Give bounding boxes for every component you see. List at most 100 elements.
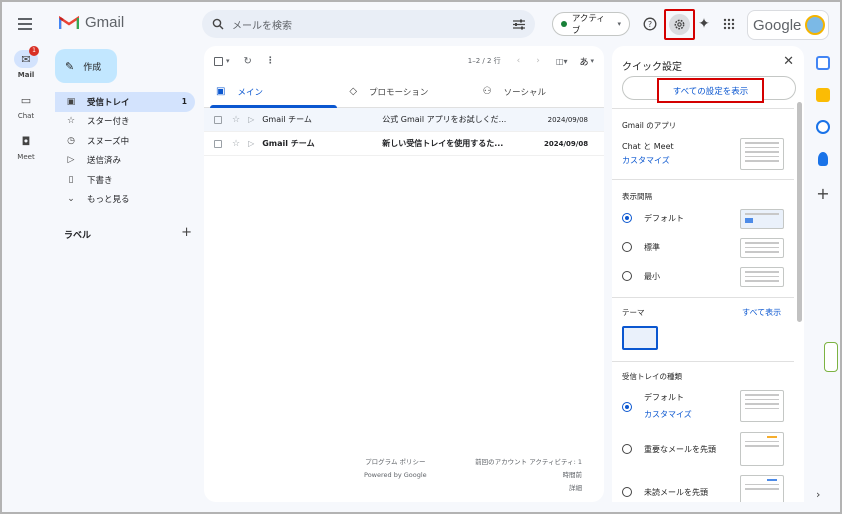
side-extension-icon[interactable] <box>824 342 838 372</box>
chat-icon: ▭ <box>20 93 32 107</box>
mail-list-panel: ▾ ↻ ⋮ 1–2 / 2 行 ‹ › ◫▾ あ ▾ ▣ メイン ◇ プロモーシ… <box>204 46 604 502</box>
video-icon: ◘ <box>21 134 31 148</box>
density-option-label: デフォルト <box>644 214 684 223</box>
add-label-icon[interactable]: + <box>181 226 192 241</box>
tab-label: プロモーション <box>369 87 429 98</box>
footer-left: プログラム ポリシー Powered by Google <box>364 456 427 482</box>
tasks-icon[interactable] <box>816 120 830 134</box>
table-row[interactable]: ☆ ▷ Gmail チーム 公式 Gmail アプリをお試しくだ... 2024… <box>204 108 604 132</box>
google-account-button[interactable]: Google <box>747 10 829 40</box>
inbox-type-default-radio[interactable] <box>622 402 632 412</box>
divider <box>612 179 794 180</box>
page-info: 1–2 / 2 行 <box>467 57 501 65</box>
sidebar-item-more[interactable]: ⌄ もっと見る <box>55 190 195 210</box>
gemini-sparkle-icon[interactable]: ✦ <box>695 15 713 33</box>
labels-header: ラベル + <box>64 226 192 241</box>
app-rail: ✉ 1 Mail ▭ Chat ◘ Meet <box>8 46 44 173</box>
footer-right: 前回のアカウント アクティビティ: 1 時間前 詳細 <box>475 456 582 495</box>
prev-page-icon[interactable]: ‹ <box>517 56 521 66</box>
compose-button[interactable]: ✎ 作成 <box>55 49 117 83</box>
side-panel: + <box>810 46 836 203</box>
contacts-icon[interactable] <box>818 152 828 166</box>
quick-settings-panel: クイック設定 ✕ すべての設定を表示 Gmail のアプリ Chat と Mee… <box>612 46 804 502</box>
sidebar-item-label: スター付き <box>87 117 130 128</box>
unread-badge: 1 <box>29 46 39 56</box>
sidebar-item-inbox[interactable]: ▣ 受信トレイ 1 <box>55 92 195 112</box>
help-icon[interactable]: ? <box>641 15 659 33</box>
rail-item-chat[interactable]: ▭ Chat <box>8 91 44 121</box>
rail-item-mail[interactable]: ✉ 1 Mail <box>8 46 44 79</box>
sidebar-item-sent[interactable]: ▷ 送信済み <box>55 151 195 171</box>
all-settings-outline: すべての設定を表示 <box>622 76 796 103</box>
customize-apps-link[interactable]: カスタマイズ <box>622 155 670 166</box>
email-sender: Gmail チーム <box>262 115 312 124</box>
see-all-settings-button[interactable]: すべての設定を表示 <box>657 78 764 103</box>
inbox-icon: ▣ <box>216 86 226 97</box>
gmail-logo[interactable]: Gmail <box>59 14 124 31</box>
expand-panel-icon[interactable]: › <box>816 488 820 501</box>
sidebar-item-snoozed[interactable]: ◷ スヌーズ中 <box>55 131 195 151</box>
sidebar-item-drafts[interactable]: ▯ 下書き <box>55 170 195 190</box>
email-date: 2024/09/08 <box>547 115 588 124</box>
density-comfortable-radio[interactable] <box>622 242 632 252</box>
search-input[interactable]: メールを検索 <box>232 17 513 32</box>
status-dropdown[interactable]: アクティブ ▾ <box>552 12 630 36</box>
inbox-type-important-radio[interactable] <box>622 444 632 454</box>
apps-grid-icon[interactable] <box>720 15 738 33</box>
search-bar[interactable]: メールを検索 <box>202 10 535 38</box>
sidebar-item-label: 受信トレイ <box>87 97 130 108</box>
quick-settings-scrollbar[interactable] <box>797 102 802 322</box>
star-icon[interactable]: ☆ <box>232 139 240 149</box>
draft-icon: ▯ <box>68 174 74 185</box>
density-option-label: 最小 <box>644 272 660 281</box>
important-marker-icon[interactable]: ▷ <box>248 115 254 124</box>
important-marker-icon[interactable]: ▷ <box>248 139 254 148</box>
more-vert-icon[interactable]: ⋮ <box>266 56 275 66</box>
table-row[interactable]: ☆ ▷ Gmail チーム 新しい受信トレイを使用するた... 2024/09/… <box>204 132 604 156</box>
input-tools-button[interactable]: あ <box>579 55 588 68</box>
rail-item-meet[interactable]: ◘ Meet <box>8 132 44 162</box>
inbox-important-preview <box>740 432 784 466</box>
tab-primary[interactable]: ▣ メイン <box>204 76 338 108</box>
close-icon[interactable]: ✕ <box>783 54 794 69</box>
email-date: 2024/09/08 <box>544 139 589 148</box>
google-label: Google <box>753 16 802 34</box>
row-checkbox[interactable] <box>214 139 222 148</box>
refresh-icon[interactable]: ↻ <box>244 56 252 67</box>
next-page-icon[interactable]: › <box>536 56 540 66</box>
inbox-customize-link[interactable]: カスタマイズ <box>644 409 692 420</box>
add-addon-icon[interactable]: + <box>810 184 836 203</box>
select-menu-icon[interactable]: ▾ <box>226 57 230 65</box>
quick-settings-title: クイック設定 <box>622 62 682 73</box>
program-policy-link[interactable]: プログラム ポリシー <box>364 456 427 469</box>
email-subject: 公式 Gmail アプリをお試しくだ... <box>382 115 507 124</box>
density-default-preview <box>740 209 784 229</box>
details-link[interactable]: 詳細 <box>475 482 582 495</box>
chat-meet-label: Chat と Meet <box>622 142 674 151</box>
chevron-down-icon[interactable]: ▾ <box>590 57 594 65</box>
density-compact-radio[interactable] <box>622 271 632 281</box>
split-pane-icon[interactable]: ◫▾ <box>556 57 568 66</box>
keep-icon[interactable] <box>816 88 830 102</box>
density-default-radio[interactable] <box>622 213 632 223</box>
tab-promotions[interactable]: ◇ プロモーション <box>337 76 470 107</box>
main-menu-icon[interactable] <box>18 18 32 30</box>
calendar-icon[interactable] <box>816 56 830 70</box>
search-icon[interactable] <box>212 18 224 30</box>
theme-view-all-link[interactable]: すべて表示 <box>742 307 781 318</box>
last-activity-time: 時間前 <box>562 471 583 479</box>
sidebar-item-starred[interactable]: ☆ スター付き <box>55 112 195 132</box>
gmail-wordmark: Gmail <box>85 14 125 31</box>
row-checkbox[interactable] <box>214 115 222 124</box>
search-options-icon[interactable] <box>513 19 525 30</box>
star-icon[interactable]: ☆ <box>232 115 240 125</box>
pencil-icon: ✎ <box>65 59 75 73</box>
theme-thumbnail[interactable] <box>622 326 658 350</box>
gmail-m-icon <box>59 15 79 29</box>
tab-social[interactable]: ⚇ ソーシャル <box>471 76 604 107</box>
settings-button[interactable] <box>664 9 695 40</box>
apps-section-title: Gmail のアプリ <box>622 121 677 130</box>
select-all-checkbox[interactable] <box>214 56 223 66</box>
inbox-type-unread-radio[interactable] <box>622 487 632 497</box>
email-sender: Gmail チーム <box>262 139 315 148</box>
